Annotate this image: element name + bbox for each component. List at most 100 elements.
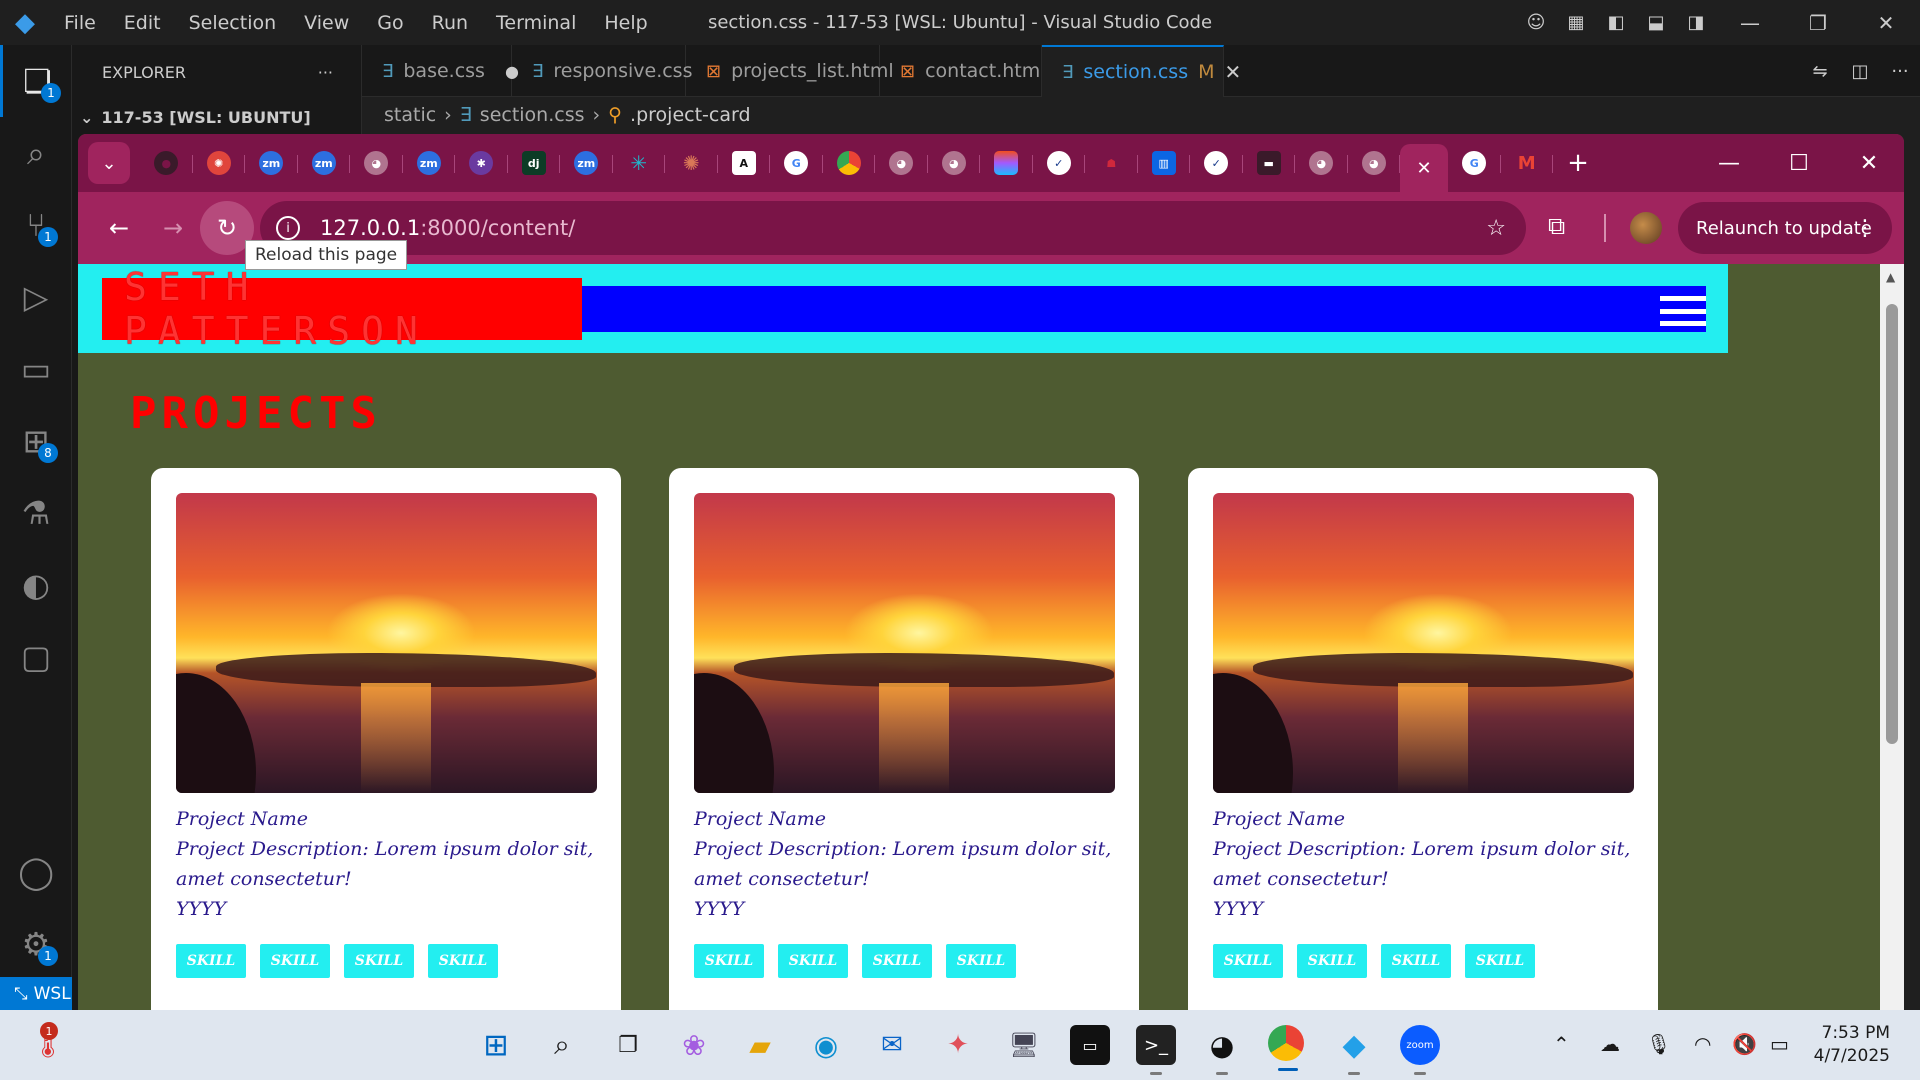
chrome-tab[interactable]: ● <box>140 143 193 183</box>
menu-edit[interactable]: Edit <box>110 12 175 34</box>
menu-go[interactable]: Go <box>363 12 417 34</box>
project-card[interactable]: Project Name Project Description: Lorem … <box>151 468 621 1010</box>
snipping-tool-icon[interactable]: ✦ <box>938 1025 978 1065</box>
chrome-tab[interactable] <box>980 143 1033 183</box>
chrome-tab[interactable]: zm <box>403 143 456 183</box>
chrome-tab[interactable]: ◕ <box>1295 143 1348 183</box>
windows-terminal-icon[interactable]: >_ <box>1136 1025 1176 1075</box>
testing-icon[interactable]: ⚗ <box>0 477 72 549</box>
vscode-taskbar-icon[interactable]: ◆ <box>1334 1025 1374 1075</box>
customize-layout-icon[interactable]: ▦ <box>1556 12 1596 33</box>
relaunch-button[interactable]: Relaunch to update ⋮ <box>1678 202 1892 254</box>
breadcrumb-file[interactable]: section.css <box>480 104 585 126</box>
chrome-tab[interactable]: G <box>770 143 823 183</box>
outlook-icon[interactable]: ✉ <box>872 1025 912 1065</box>
chrome-tab[interactable]: ✱ <box>455 143 508 183</box>
explorer-icon[interactable]: ❏ 1 <box>0 45 72 117</box>
chrome-tab[interactable]: ◕ <box>928 143 981 183</box>
bookmark-star-icon[interactable]: ☆ <box>1486 216 1506 241</box>
breadcrumb-symbol[interactable]: .project-card <box>630 104 750 126</box>
close-icon[interactable]: ✕ <box>1852 11 1920 35</box>
chrome-minimize-icon[interactable]: — <box>1694 151 1764 176</box>
wifi-icon[interactable]: ◠ <box>1694 1032 1711 1056</box>
explorer-more-icon[interactable]: ··· <box>318 63 333 82</box>
chrome-tab[interactable]: ☗ <box>1085 143 1138 183</box>
github-desktop-icon[interactable]: ◕ <box>1202 1025 1242 1075</box>
chrome-tab[interactable]: ▬ <box>1243 143 1296 183</box>
live-share-icon[interactable]: ◐ <box>0 549 72 621</box>
toggle-primary-sidebar-icon[interactable]: ◧ <box>1596 12 1636 33</box>
menu-help[interactable]: Help <box>590 12 661 34</box>
chrome-tab[interactable]: G <box>1448 143 1501 183</box>
run-debug-icon[interactable]: ▷ <box>0 261 72 333</box>
source-control-icon[interactable]: ⑂ 1 <box>0 189 72 261</box>
tab-projects-list-html[interactable]: ⊠ projects_list.html <box>686 45 894 97</box>
tab-search-icon[interactable]: ⌄ <box>88 142 130 184</box>
accounts-icon[interactable]: ◯ <box>0 836 72 908</box>
system-clock[interactable]: 7:53 PM 4/7/2025 <box>1814 1022 1890 1068</box>
remote-explorer-icon[interactable]: ▭ <box>0 333 72 405</box>
chrome-taskbar-icon[interactable] <box>1268 1025 1304 1071</box>
chrome-tab[interactable]: ✳ <box>613 143 666 183</box>
new-tab-icon[interactable]: + <box>1553 148 1603 178</box>
close-tab-icon[interactable]: ✕ <box>1412 156 1436 180</box>
restore-icon[interactable]: ❐ <box>1784 11 1852 35</box>
chrome-tab[interactable] <box>823 143 876 183</box>
file-explorer-icon[interactable]: ▰ <box>740 1025 780 1065</box>
microphone-icon[interactable]: 🎙 <box>1646 1032 1671 1056</box>
tab-base-css[interactable]: ∃ base.css ● <box>362 45 519 97</box>
remote-status[interactable]: ⤡ WSL: <box>0 977 80 1010</box>
menu-file[interactable]: File <box>50 12 110 34</box>
more-actions-icon[interactable]: ··· <box>1880 61 1920 82</box>
chrome-maximize-icon[interactable]: ☐ <box>1764 151 1834 176</box>
chrome-close-icon[interactable]: ✕ <box>1834 151 1904 176</box>
onedrive-cloud-icon[interactable]: ☁ <box>1600 1032 1620 1056</box>
scroll-up-icon[interactable]: ▲ <box>1886 270 1895 284</box>
terminal-icon[interactable]: ▭ <box>1070 1025 1110 1065</box>
page-scrollbar[interactable]: ▲ <box>1880 264 1904 1010</box>
chrome-tab[interactable]: dj <box>508 143 561 183</box>
close-tab-icon[interactable]: ✕ <box>1225 60 1242 84</box>
chrome-tab[interactable]: A <box>718 143 771 183</box>
open-changes-icon[interactable]: ⇋ <box>1800 61 1840 82</box>
workspace-folder[interactable]: ⌄ 117-53 [WSL: UBUNTU] <box>72 99 361 135</box>
forward-icon[interactable]: → <box>146 201 200 255</box>
chrome-tab[interactable]: zm <box>560 143 613 183</box>
chrome-tab[interactable]: ✺ <box>193 143 246 183</box>
split-editor-icon[interactable]: ◫ <box>1840 61 1880 82</box>
chrome-tab[interactable]: ◕ <box>350 143 403 183</box>
chrome-tab[interactable]: ◕ <box>875 143 928 183</box>
chrome-tab[interactable]: zm <box>298 143 351 183</box>
search-icon[interactable]: ⌕ <box>0 117 72 189</box>
volume-muted-icon[interactable]: 🔇 <box>1732 1032 1757 1056</box>
minimize-icon[interactable]: — <box>1716 11 1784 35</box>
chrome-tab[interactable]: ✓ <box>1190 143 1243 183</box>
project-card[interactable]: Project Name Project Description: Lorem … <box>669 468 1139 1010</box>
settings-gear-icon[interactable]: ⚙ 1 <box>0 908 72 980</box>
search-icon[interactable]: ⌕ <box>542 1025 582 1065</box>
chrome-tab[interactable]: zm <box>245 143 298 183</box>
tab-responsive-css[interactable]: ∃ responsive.css <box>512 45 692 97</box>
chrome-tab[interactable]: ✓ <box>1033 143 1086 183</box>
back-icon[interactable]: ← <box>92 201 146 255</box>
chrome-tab[interactable]: ▥ <box>1138 143 1191 183</box>
profile-avatar[interactable] <box>1630 212 1662 244</box>
extensions-puzzle-icon[interactable]: ⧉ <box>1548 212 1565 240</box>
show-hidden-icons[interactable]: ⌃ <box>1553 1032 1570 1056</box>
edge-icon[interactable]: ◉ <box>806 1025 846 1065</box>
windows-start-icon[interactable]: ⊞ <box>476 1025 516 1065</box>
scroll-thumb[interactable] <box>1886 304 1898 744</box>
site-info-icon[interactable]: i <box>276 216 300 240</box>
battery-icon[interactable]: ▭ <box>1770 1032 1789 1056</box>
tab-section-css[interactable]: ∃ section.css M ✕ <box>1042 45 1241 97</box>
toggle-secondary-sidebar-icon[interactable]: ◨ <box>1676 12 1716 33</box>
menu-dots-icon[interactable]: ⋮ <box>1854 216 1876 241</box>
tab-contact-html[interactable]: ⊠ contact.html <box>880 45 1046 97</box>
site-brand[interactable]: SETH PATTERSON <box>102 265 582 353</box>
chrome-tab[interactable]: M <box>1501 143 1554 183</box>
chrome-tab[interactable]: ◕ <box>1348 143 1401 183</box>
hamburger-menu-icon[interactable] <box>1660 296 1706 326</box>
chat-icon[interactable]: ▢ <box>0 621 72 693</box>
zoom-icon[interactable]: zoom <box>1400 1025 1440 1075</box>
menu-run[interactable]: Run <box>418 12 482 34</box>
